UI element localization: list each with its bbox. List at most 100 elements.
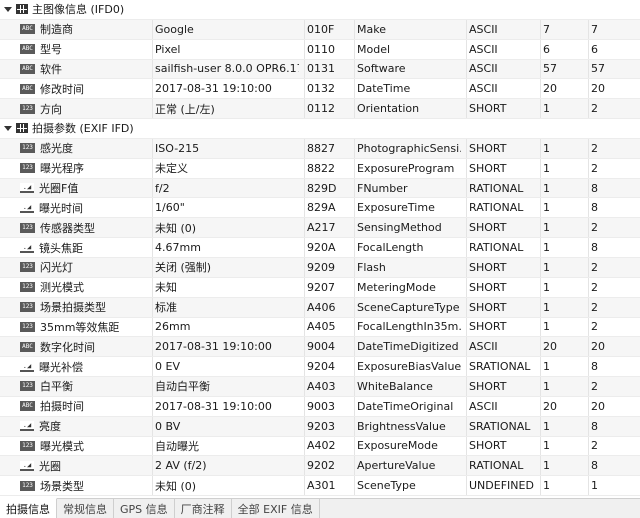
field-name-cell: WhiteBalance xyxy=(354,377,461,396)
table-row[interactable]: .◢ 光圈 2 AV (f/2) 9202 ApertureValue RATIONAL 1… xyxy=(0,456,640,477)
table-row[interactable]: 123 白平衡 自动白平衡 A403 WhiteBalance SHORT 1 2 xyxy=(0,377,640,397)
table-row[interactable]: ABC 软件 sailfish-user 8.0.0 OPR6.17... 0131 S… xyxy=(0,59,640,80)
rational-type-icon: .◢ xyxy=(20,421,34,432)
byte-size: 2 xyxy=(591,260,598,274)
component-count-cell: 1 xyxy=(540,317,585,337)
tab-4[interactable]: 全部 EXIF 信息 xyxy=(232,499,320,518)
component-count-cell: 1 xyxy=(540,218,585,238)
field-name-cell: Orientation xyxy=(354,99,461,119)
group-title: 拍摄参数 (EXIF IFD) xyxy=(32,122,134,136)
property-value: 4.67mm xyxy=(155,241,201,255)
component-count-cell: 1 xyxy=(540,198,585,218)
field-name: SensingMethod xyxy=(357,221,442,235)
property-name: 35mm等效焦距 xyxy=(40,320,120,334)
table-row[interactable]: 123 35mm等效焦距 26mm A405 FocalLengthIn35m... SH… xyxy=(0,317,640,338)
property-value: 26mm xyxy=(155,320,191,334)
tag-id: 9209 xyxy=(307,260,335,274)
table-row[interactable]: 123 测光模式 未知 9207 MeteringMode SHORT 1 2 xyxy=(0,277,640,298)
property-value: 2017-08-31 19:10:00 xyxy=(155,399,272,413)
text-type-icon: ABC xyxy=(20,63,35,74)
table-row[interactable]: ABC 型号 Pixel 0110 Model ASCII 6 6 xyxy=(0,39,640,60)
component-count: 20 xyxy=(543,82,557,96)
table-row[interactable]: ABC 拍摄时间 2017-08-31 19:10:00 9003 DateTimeOr… xyxy=(0,396,640,417)
property-name-cell: 123 曝光程序 xyxy=(20,159,146,178)
property-value: sailfish-user 8.0.0 OPR6.17... xyxy=(155,62,299,76)
text-type-icon: ABC xyxy=(20,83,35,94)
byte-size-cell: 20 xyxy=(588,79,639,99)
property-name: 测光模式 xyxy=(40,281,84,295)
tab-0[interactable]: 拍摄信息 xyxy=(0,498,57,518)
data-type-cell: ASCII xyxy=(466,39,537,59)
field-name: MeteringMode xyxy=(357,280,436,294)
tag-id-cell: 8827 xyxy=(304,138,351,158)
table-row[interactable]: 123 感光度 ISO-215 8827 PhotographicSensi... SHO… xyxy=(0,138,640,159)
property-name: 型号 xyxy=(40,43,62,57)
data-type-cell: SHORT xyxy=(466,158,537,178)
data-type: ASCII xyxy=(469,399,498,413)
tag-id-cell: 0131 xyxy=(304,59,351,79)
table-row[interactable]: 123 方向 正常 (上/左) 0112 Orientation SHORT 1 2 xyxy=(0,99,640,120)
table-row[interactable]: .◢ 亮度 0 BV 9203 BrightnessValue SRATIONAL 1 8 xyxy=(0,416,640,437)
tab-2[interactable]: GPS 信息 xyxy=(114,499,175,518)
byte-size-cell: 8 xyxy=(588,357,639,377)
property-value: 0 BV xyxy=(155,419,181,433)
tab-3[interactable]: 厂商注释 xyxy=(175,499,232,518)
field-name-cell: FocalLengthIn35m... xyxy=(354,317,461,337)
byte-size: 8 xyxy=(591,241,598,255)
byte-size-cell: 8 xyxy=(588,456,639,476)
tag-id: 0132 xyxy=(307,82,335,96)
table-row[interactable]: 123 曝光模式 自动曝光 A402 ExposureMode SHORT 1 2 xyxy=(0,436,640,457)
field-name: WhiteBalance xyxy=(357,379,433,393)
component-count-cell: 1 xyxy=(540,436,585,456)
group-header[interactable]: 主图像信息 (IFD0) xyxy=(0,0,640,20)
property-name-cell: 123 35mm等效焦距 xyxy=(20,318,146,337)
table-row[interactable]: 123 传感器类型 未知 (0) A217 SensingMethod SHORT 1 2 xyxy=(0,218,640,239)
table-row[interactable]: 123 曝光程序 未定义 8822 ExposureProgram SHORT 1 2 xyxy=(0,158,640,179)
tab-bar: 拍摄信息 常规信息 GPS 信息 厂商注释 全部 EXIF 信息 xyxy=(0,498,640,518)
field-name-cell: FocalLength xyxy=(354,238,461,257)
tag-id-cell: 8822 xyxy=(304,158,351,178)
table-row[interactable]: 123 闪光灯 关闭 (强制) 9209 Flash SHORT 1 2 xyxy=(0,257,640,278)
data-type-cell: UNDEFINED xyxy=(466,476,537,496)
group-icon xyxy=(16,123,28,134)
table-row[interactable]: .◢ 曝光补偿 0 EV 9204 ExposureBiasValue SRATIONAL… xyxy=(0,357,640,378)
component-count: 1 xyxy=(543,241,550,255)
byte-size-cell: 20 xyxy=(588,396,639,416)
group-header[interactable]: 拍摄参数 (EXIF IFD) xyxy=(0,119,640,139)
property-value-cell: ISO-215 xyxy=(152,138,299,158)
property-name: 镜头焦距 xyxy=(39,241,83,255)
tag-id: A301 xyxy=(307,479,336,493)
component-count-cell: 20 xyxy=(540,79,585,99)
component-count-cell: 1 xyxy=(540,238,585,257)
table-row[interactable]: 123 场景拍摄类型 标准 A406 SceneCaptureType SHORT 1 2 xyxy=(0,297,640,318)
table-row[interactable]: .◢ 光圈F值 f/2 829D FNumber RATIONAL 1 8 xyxy=(0,178,640,199)
byte-size-cell: 57 xyxy=(588,59,639,79)
property-value: 2 AV (f/2) xyxy=(155,459,207,473)
tab-1[interactable]: 常规信息 xyxy=(57,499,114,518)
property-name-cell: .◢ 曝光补偿 xyxy=(20,357,146,376)
property-name-cell: ABC 修改时间 xyxy=(20,79,146,98)
field-name-cell: ExposureProgram xyxy=(354,158,461,178)
field-name: Model xyxy=(357,42,391,56)
table-row[interactable]: ABC 数字化时间 2017-08-31 19:10:00 9004 DateTimeD… xyxy=(0,337,640,358)
component-count: 1 xyxy=(543,260,550,274)
collapse-arrow-icon[interactable] xyxy=(4,125,12,131)
table-row[interactable]: ABC 修改时间 2017-08-31 19:10:00 0132 DateTime AS… xyxy=(0,79,640,100)
data-type-cell: SHORT xyxy=(466,436,537,456)
collapse-arrow-icon[interactable] xyxy=(4,6,12,12)
tag-id: 0110 xyxy=(307,42,335,56)
byte-size-cell: 2 xyxy=(588,138,639,158)
property-name-cell: 123 方向 xyxy=(20,99,146,118)
property-name: 方向 xyxy=(40,102,62,116)
component-count: 1 xyxy=(543,161,550,175)
table-row[interactable]: .◢ 曝光时间 1/60" 829A ExposureTime RATIONAL 1 8 xyxy=(0,198,640,219)
component-count: 20 xyxy=(543,399,557,413)
table-row[interactable]: 123 场景类型 未知 (0) A301 SceneType UNDEFINED 1 1 xyxy=(0,476,640,497)
rational-type-icon: .◢ xyxy=(20,242,34,253)
data-type-cell: RATIONAL xyxy=(466,178,537,198)
table-row[interactable]: .◢ 镜头焦距 4.67mm 920A FocalLength RATIONAL 1 8 xyxy=(0,238,640,258)
field-name-cell: Software xyxy=(354,59,461,79)
table-row[interactable]: ABC 制造商 Google 010F Make ASCII 7 7 xyxy=(0,19,640,40)
tag-id: 920A xyxy=(307,241,336,255)
property-value: Google xyxy=(155,22,194,36)
